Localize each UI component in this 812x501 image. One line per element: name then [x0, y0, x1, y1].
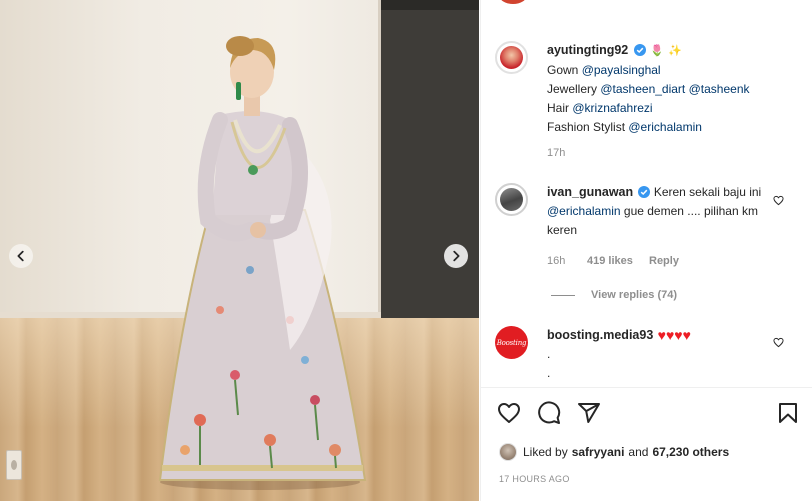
post-timestamp[interactable]: 17 HOURS AGO: [499, 474, 570, 484]
bookmark-icon: [779, 403, 797, 423]
avatar[interactable]: [499, 443, 517, 461]
caption-time[interactable]: 17h: [547, 147, 565, 159]
woman-in-lehenga-figure: [158, 36, 367, 490]
likes-summary: Liked by safryyani and 67,230 others: [499, 442, 733, 462]
share-button[interactable]: [577, 401, 601, 425]
mention-link[interactable]: @tasheen_diart: [600, 82, 685, 96]
post-photo: [0, 0, 479, 501]
tulip-emoji: 🌷: [649, 45, 664, 57]
comment-username[interactable]: ivan_gunawan: [547, 185, 633, 199]
comment-time[interactable]: 16h: [547, 255, 565, 267]
photo-door: [381, 0, 479, 336]
chevron-right-icon: [453, 250, 460, 262]
mention-link[interactable]: @kriznafahrezi: [572, 101, 652, 115]
verified-badge-icon: [633, 44, 646, 56]
reply-button[interactable]: Reply: [649, 255, 679, 267]
heart-outline-icon[interactable]: [773, 195, 784, 206]
avatar[interactable]: Boosting: [495, 326, 528, 359]
heart-outline-icon: [498, 403, 520, 423]
header-avatar-partial: [499, 0, 527, 4]
mention-link[interactable]: @tasheenk: [689, 82, 750, 96]
avatar[interactable]: [495, 41, 528, 74]
view-replies-button[interactable]: View replies (74): [591, 289, 677, 301]
chevron-left-icon: [17, 250, 24, 262]
comment-button[interactable]: [537, 401, 561, 425]
liked-by-user-link[interactable]: safryyani: [572, 445, 625, 459]
caption-line: Jewellery @tasheen_diart @tasheenk: [547, 82, 750, 96]
like-button[interactable]: [497, 401, 521, 425]
save-button[interactable]: [776, 401, 800, 425]
paper-plane-icon: [578, 403, 600, 423]
comment-text: .: [547, 366, 551, 380]
wall-outlet: [6, 450, 22, 480]
caption-line: Fashion Stylist @erichalamin: [547, 120, 702, 134]
heart-outline-icon[interactable]: [773, 337, 784, 348]
comments-panel: ayutingting92 🌷 ✨ Gown @payalsinghal Jew…: [480, 0, 812, 501]
comment-text: .: [547, 347, 551, 361]
avatar[interactable]: [495, 183, 528, 216]
view-replies-divider: [551, 295, 575, 296]
sparkles-emoji: ✨: [668, 45, 682, 57]
verified-badge-icon: [638, 186, 651, 198]
actions-divider: [481, 387, 812, 388]
comment-bubble-icon: [538, 401, 561, 424]
mention-link[interactable]: @erichalamin: [547, 204, 621, 218]
heart-emoji: ♥♥♥♥: [657, 327, 691, 343]
mention-link[interactable]: @erichalamin: [628, 120, 702, 134]
mention-link[interactable]: @payalsinghal: [582, 63, 661, 77]
previous-photo-button[interactable]: [9, 244, 33, 268]
likes-count-link[interactable]: 67,230 others: [652, 445, 729, 459]
comment-likes-count[interactable]: 419 likes: [587, 255, 633, 267]
comment-username[interactable]: boosting.media93: [547, 328, 653, 342]
post-actions-bar: [481, 401, 812, 427]
comment-text: Keren sekali baju ini: [653, 185, 762, 199]
caption-line: Hair @kriznafahrezi: [547, 101, 653, 115]
caption-line: Gown @payalsinghal: [547, 63, 661, 77]
next-photo-button[interactable]: [444, 244, 468, 268]
caption-username[interactable]: ayutingting92: [547, 43, 628, 57]
